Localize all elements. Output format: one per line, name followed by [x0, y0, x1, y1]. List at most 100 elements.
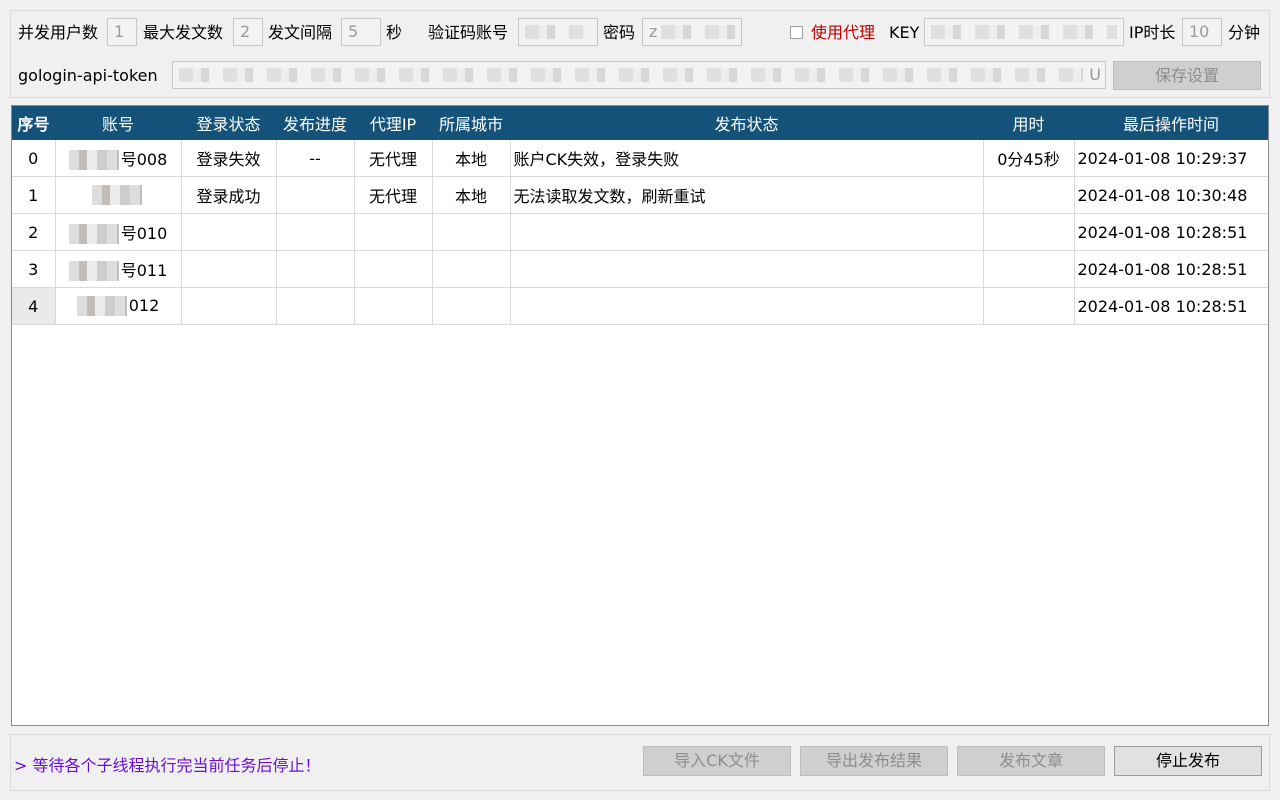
- row-index: 2: [12, 213, 56, 251]
- account-suffix: 号011: [120, 260, 168, 280]
- interval-input[interactable]: 5: [341, 18, 381, 46]
- ip-duration-label: IP时长: [1129, 23, 1176, 42]
- redacted-value: [525, 25, 591, 39]
- column-header-last-time[interactable]: 最后操作时间: [1074, 106, 1268, 140]
- interval-label: 发文间隔: [268, 23, 333, 42]
- redacted-value: [931, 25, 1117, 39]
- status-message: > 等待各个子线程执行完当前任务后停止！: [14, 756, 321, 775]
- password-input[interactable]: z: [642, 18, 742, 46]
- row-city: 本地: [432, 176, 511, 214]
- row-proxy-ip: 无代理: [354, 140, 433, 177]
- table-header-row: 序号 账号 登录状态 发布进度 代理IP 所属城市 发布状态 用时 最后操作时间: [12, 106, 1268, 140]
- row-elapsed: [983, 250, 1075, 288]
- row-last-time: 2024-01-08 10:28:51: [1074, 213, 1268, 251]
- save-settings-button[interactable]: 保存设置: [1113, 61, 1261, 90]
- use-proxy-label[interactable]: 使用代理: [811, 23, 875, 43]
- row-progress: --: [276, 140, 355, 177]
- ip-duration-unit: 分钟: [1228, 23, 1261, 42]
- table-row[interactable]: 4 012 2024-01-08 10:28:51: [12, 287, 1268, 325]
- row-elapsed: [983, 176, 1075, 214]
- captcha-account-label: 验证码账号: [428, 23, 509, 42]
- row-account: 号010: [55, 213, 182, 251]
- concurrent-users-label: 并发用户数: [18, 23, 99, 42]
- token-visible-char: U: [1089, 65, 1101, 84]
- table-row[interactable]: 1 登录成功 无代理 本地 无法读取发文数，刷新重试 2024-01-08 10…: [12, 176, 1268, 214]
- row-account: 012: [55, 287, 182, 325]
- concurrent-users-input[interactable]: 1: [107, 18, 137, 46]
- account-suffix: 012: [128, 295, 160, 315]
- row-elapsed: [983, 287, 1075, 325]
- row-last-time: 2024-01-08 10:28:51: [1074, 250, 1268, 288]
- row-index: 0: [12, 140, 56, 177]
- row-index: 1: [12, 176, 56, 214]
- token-label: gologin-api-token: [18, 66, 158, 85]
- row-last-time: 2024-01-08 10:30:48: [1074, 176, 1268, 214]
- row-publish-status: [510, 250, 984, 288]
- account-suffix: 号010: [120, 223, 168, 243]
- password-label: 密码: [603, 23, 636, 42]
- column-header-progress[interactable]: 发布进度: [276, 106, 354, 140]
- table-row[interactable]: 3 号011 2024-01-08 10:28:51: [12, 250, 1268, 288]
- redacted-value: [68, 261, 119, 282]
- interval-unit: 秒: [386, 23, 403, 42]
- redacted-value: [179, 68, 1083, 82]
- row-city: [432, 287, 511, 325]
- column-header-account[interactable]: 账号: [55, 106, 181, 140]
- row-login-status: 登录失效: [181, 140, 277, 177]
- column-header-index[interactable]: 序号: [12, 106, 55, 140]
- row-publish-status: 无法读取发文数，刷新重试: [510, 176, 984, 214]
- row-elapsed: [983, 213, 1075, 251]
- row-city: 本地: [432, 140, 511, 177]
- max-posts-label: 最大发文数: [143, 23, 224, 42]
- row-account: [55, 176, 182, 214]
- column-header-city[interactable]: 所属城市: [432, 106, 510, 140]
- max-posts-input[interactable]: 2: [233, 18, 263, 46]
- redacted-value: [68, 224, 119, 245]
- key-input[interactable]: [924, 18, 1124, 46]
- row-progress: [276, 250, 355, 288]
- row-proxy-ip: [354, 287, 433, 325]
- table-row[interactable]: 0 号008 登录失效 -- 无代理 本地 账户CK失效，登录失败 0分45秒 …: [12, 140, 1268, 177]
- row-publish-status: 账户CK失效，登录失败: [510, 140, 984, 177]
- password-visible-char: z: [649, 22, 658, 41]
- table-row[interactable]: 2 号010 2024-01-08 10:28:51: [12, 213, 1268, 251]
- publish-button[interactable]: 发布文章: [957, 746, 1105, 776]
- accounts-table: 序号 账号 登录状态 发布进度 代理IP 所属城市 发布状态 用时 最后操作时间…: [11, 105, 1269, 726]
- row-index: 3: [12, 250, 56, 288]
- redacted-value: [76, 296, 127, 317]
- row-city: [432, 213, 511, 251]
- row-login-status: [181, 213, 277, 251]
- row-proxy-ip: 无代理: [354, 176, 433, 214]
- redacted-value: [68, 150, 119, 171]
- stop-publish-button[interactable]: 停止发布: [1114, 746, 1262, 776]
- column-header-login-status[interactable]: 登录状态: [181, 106, 276, 140]
- use-proxy-checkbox[interactable]: [790, 26, 803, 39]
- row-progress: [276, 213, 355, 251]
- redacted-value: [92, 185, 142, 206]
- row-login-status: 登录成功: [181, 176, 277, 214]
- row-index: 4: [12, 287, 56, 325]
- column-header-publish-status[interactable]: 发布状态: [510, 106, 983, 140]
- row-city: [432, 250, 511, 288]
- row-proxy-ip: [354, 250, 433, 288]
- row-last-time: 2024-01-08 10:29:37: [1074, 140, 1268, 177]
- account-suffix: 号008: [120, 149, 168, 169]
- token-input[interactable]: U: [172, 61, 1106, 89]
- row-account: 号011: [55, 250, 182, 288]
- ip-duration-input[interactable]: 10: [1182, 18, 1222, 46]
- export-results-button[interactable]: 导出发布结果: [800, 746, 948, 776]
- redacted-value: [661, 25, 735, 39]
- row-publish-status: [510, 213, 984, 251]
- column-header-proxy-ip[interactable]: 代理IP: [354, 106, 432, 140]
- row-elapsed: 0分45秒: [983, 140, 1075, 177]
- row-progress: [276, 176, 355, 214]
- import-ck-button[interactable]: 导入CK文件: [643, 746, 791, 776]
- row-progress: [276, 287, 355, 325]
- row-login-status: [181, 250, 277, 288]
- row-proxy-ip: [354, 213, 433, 251]
- row-login-status: [181, 287, 277, 325]
- captcha-account-input[interactable]: [518, 18, 598, 46]
- row-account: 号008: [55, 140, 182, 177]
- column-header-elapsed[interactable]: 用时: [983, 106, 1074, 140]
- key-label: KEY: [889, 23, 920, 42]
